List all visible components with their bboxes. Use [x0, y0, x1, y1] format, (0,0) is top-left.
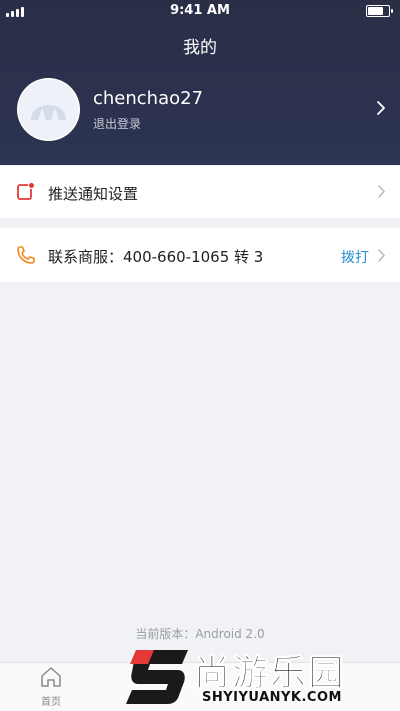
chevron-right-icon	[377, 101, 385, 115]
profile-row[interactable]: chenchao27 退出登录	[0, 74, 400, 146]
notification-square-icon	[17, 182, 35, 200]
watermark-text-cn: 尚游乐园	[193, 653, 347, 695]
contact-service-label: 联系商服：400-660-1065 转 3	[48, 248, 264, 266]
status-bar: 9:41 AM	[0, 0, 400, 22]
logout-link[interactable]: 退出登录	[93, 115, 141, 132]
avatar-placeholder-icon	[18, 79, 79, 140]
status-time: 9:41 AM	[170, 3, 230, 18]
home-icon	[41, 667, 61, 687]
chevron-right-icon	[378, 185, 385, 198]
tab-home-label: 首页	[41, 697, 61, 708]
push-notification-settings-row[interactable]: 推送通知设置	[0, 166, 400, 218]
watermark-text-en: SHYIYUANYK.COM	[202, 690, 342, 705]
tab-home[interactable]: 首页	[28, 666, 74, 710]
profile-header: 9:41 AM 我的 chenchao27 退出登录	[0, 0, 400, 165]
avatar	[17, 78, 80, 141]
contact-merchant-service-row[interactable]: 联系商服：400-660-1065 转 3 拨打	[0, 228, 400, 282]
battery-icon	[366, 5, 393, 17]
push-settings-label: 推送通知设置	[48, 185, 139, 203]
call-button[interactable]: 拨打	[341, 247, 369, 267]
username: chenchao27	[93, 88, 204, 109]
phone-icon	[17, 246, 35, 264]
watermark-s-logo	[126, 650, 188, 704]
chevron-right-icon	[378, 249, 385, 262]
watermark-logo: 尚游乐园 SHYIYUANYK.COM	[120, 640, 400, 711]
page-title: 我的	[183, 38, 217, 58]
